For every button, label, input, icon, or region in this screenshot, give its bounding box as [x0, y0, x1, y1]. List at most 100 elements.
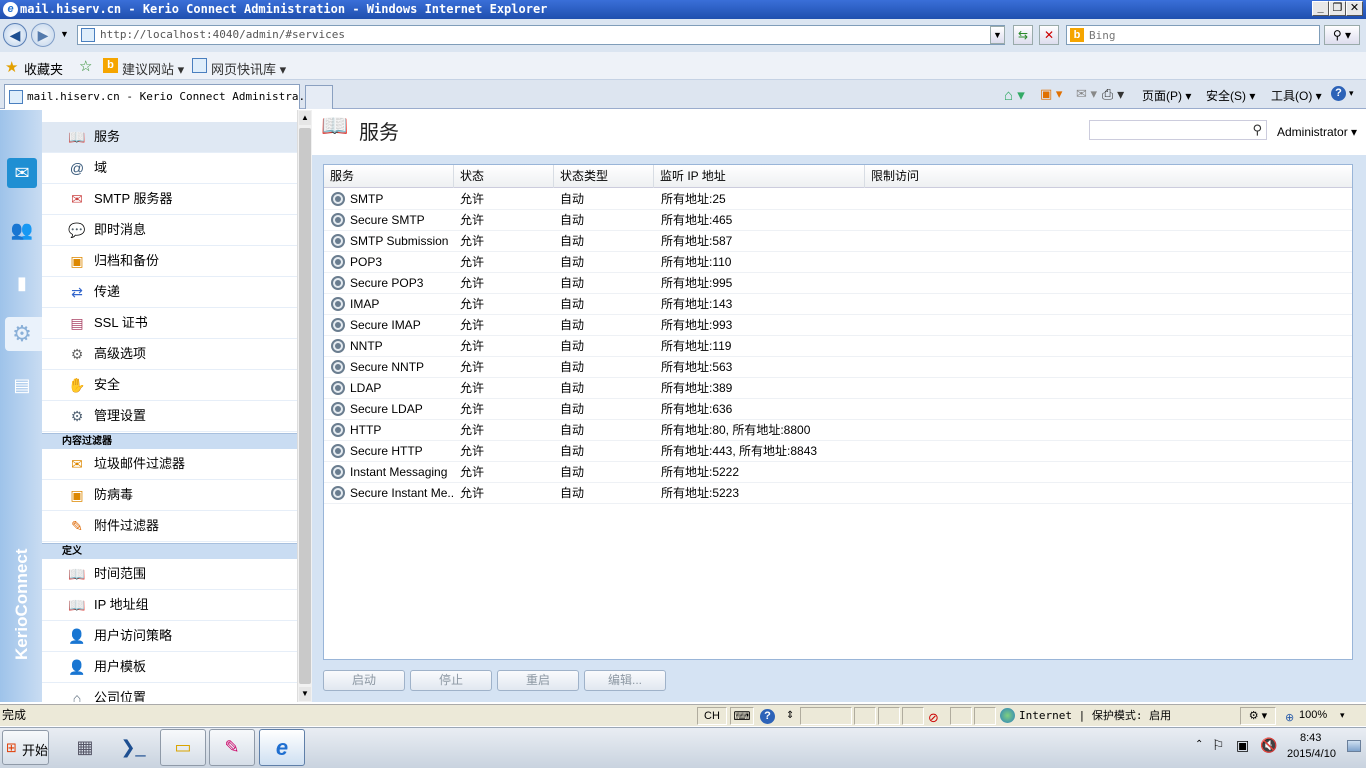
print-icon[interactable]: ⎙ ▾	[1102, 86, 1124, 103]
sidebar-item-instant-messaging[interactable]: 💬 即时消息	[42, 215, 297, 246]
col-header-status[interactable]: 状态	[454, 165, 554, 188]
admin-user-menu[interactable]: Administrator ▾	[1277, 125, 1357, 139]
ime-options-icon[interactable]: ⇕	[786, 705, 794, 726]
sidebar-item-user-templates[interactable]: 👤 用户模板	[42, 652, 297, 683]
sidebar-item-company-locations[interactable]: ⌂ 公司位置	[42, 683, 297, 702]
protected-settings-icon[interactable]: ⚙ ▾	[1240, 707, 1276, 725]
mail-icon[interactable]: ✉ ▾	[1076, 86, 1097, 102]
start-button[interactable]: 启动	[323, 670, 405, 691]
refresh-button[interactable]: ⇆	[1013, 25, 1033, 45]
add-favorite-icon[interactable]: ☆	[79, 57, 92, 75]
address-url[interactable]: http://localhost:4040/admin/#services	[100, 28, 345, 41]
feeds-icon[interactable]: ▣ ▾	[1040, 86, 1062, 102]
ime-indicator[interactable]: CH	[697, 707, 727, 725]
scroll-thumb[interactable]	[299, 128, 311, 684]
col-header-restrict-access[interactable]: 限制访问	[865, 165, 1352, 188]
table-row[interactable]: POP3 允许 自动 所有地址:110	[324, 252, 1352, 273]
sidebar-scrollbar[interactable]: ▲ ▼	[297, 110, 312, 702]
sidebar-item-admin-settings[interactable]: ⚙ 管理设置	[42, 401, 297, 432]
favorites-button[interactable]: 收藏夹	[24, 59, 63, 78]
minimize-button[interactable]: _	[1312, 1, 1329, 16]
sidebar-item-attachment-filter[interactable]: ✎ 附件过滤器	[42, 511, 297, 542]
new-tab-button[interactable]	[305, 85, 333, 109]
table-row[interactable]: Instant Messaging 允许 自动 所有地址:5222	[324, 462, 1352, 483]
table-row[interactable]: Secure POP3 允许 自动 所有地址:995	[324, 273, 1352, 294]
table-row[interactable]: Secure SMTP 允许 自动 所有地址:465	[324, 210, 1352, 231]
sidebar-item-antivirus[interactable]: ▣ 防病毒	[42, 480, 297, 511]
server-manager-taskbar-button[interactable]: ▦	[62, 729, 108, 766]
action-center-flag-icon[interactable]: ⚐	[1212, 737, 1225, 754]
security-zone[interactable]: Internet | 保护模式: 启用	[1019, 705, 1171, 726]
zoom-level[interactable]: 100%	[1299, 705, 1327, 726]
sidebar-item-domains[interactable]: @ 域	[42, 153, 297, 184]
page-menu[interactable]: 页面(P) ▾	[1142, 87, 1191, 104]
volume-muted-icon[interactable]: 🔇	[1260, 737, 1277, 754]
sidebar-item-advanced-options[interactable]: ⚙ 高级选项	[42, 339, 297, 370]
clock-time[interactable]: 8:43	[1300, 732, 1321, 744]
logs-icon[interactable]: ▤	[7, 370, 37, 400]
table-row[interactable]: SMTP 允许 自动 所有地址:25	[324, 189, 1352, 210]
restart-button[interactable]: 重启	[497, 670, 579, 691]
search-button[interactable]: ⚲ ▾	[1324, 25, 1360, 45]
help-icon[interactable]: ?	[1331, 86, 1346, 101]
col-header-status-type[interactable]: 状态类型	[554, 165, 654, 188]
table-row[interactable]: IMAP 允许 自动 所有地址:143	[324, 294, 1352, 315]
stop-service-button[interactable]: 停止	[410, 670, 492, 691]
statistics-icon[interactable]: ▮	[7, 268, 37, 298]
search-box[interactable]: b Bing	[1066, 25, 1320, 45]
scroll-down-arrow-icon[interactable]: ▼	[299, 687, 311, 701]
maximize-button[interactable]: ❐	[1329, 1, 1346, 16]
table-row[interactable]: Secure IMAP 允许 自动 所有地址:993	[324, 315, 1352, 336]
close-window-button[interactable]: ✕	[1346, 1, 1363, 16]
tools-menu[interactable]: 工具(O) ▾	[1271, 87, 1322, 104]
sidebar-item-ip-groups[interactable]: 📖 IP 地址组	[42, 590, 297, 621]
sidebar-item-ssl-certificates[interactable]: ▤ SSL 证书	[42, 308, 297, 339]
ie-taskbar-button[interactable]: e	[259, 729, 305, 766]
table-row[interactable]: LDAP 允许 自动 所有地址:389	[324, 378, 1352, 399]
help-dropdown-icon[interactable]: ▾	[1349, 88, 1354, 99]
mail-config-icon[interactable]: ✉	[7, 158, 37, 188]
gear-icon[interactable]: ⚙	[7, 319, 37, 349]
scroll-up-arrow-icon[interactable]: ▲	[299, 111, 311, 125]
web-slice-gallery-link[interactable]: 网页快讯库 ▾	[211, 59, 286, 78]
sidebar-item-access-policies[interactable]: 👤 用户访问策略	[42, 621, 297, 652]
home-icon[interactable]: ⌂ ▾	[1004, 86, 1025, 104]
sidebar-item-archive-backup[interactable]: ▣ 归档和备份	[42, 246, 297, 277]
safety-menu[interactable]: 安全(S) ▾	[1206, 87, 1255, 104]
table-row[interactable]: NNTP 允许 自动 所有地址:119	[324, 336, 1352, 357]
keyboard-icon[interactable]: ⌨	[730, 707, 754, 725]
paint-taskbar-button[interactable]: ✎	[209, 729, 255, 766]
history-dropdown-icon[interactable]: ▼	[60, 29, 69, 39]
col-header-listen-ip[interactable]: 监听 IP 地址	[654, 165, 865, 188]
show-desktop-button[interactable]	[1347, 740, 1361, 752]
zoom-dropdown-icon[interactable]: ▾	[1340, 705, 1345, 726]
table-row[interactable]: Secure NNTP 允许 自动 所有地址:563	[324, 357, 1352, 378]
table-row[interactable]: HTTP 允许 自动 所有地址:80, 所有地址:8800	[324, 420, 1352, 441]
table-row[interactable]: SMTP Submission 允许 自动 所有地址:587	[324, 231, 1352, 252]
table-row[interactable]: Secure LDAP 允许 自动 所有地址:636	[324, 399, 1352, 420]
ime-help-icon[interactable]: ?	[760, 709, 775, 724]
sidebar-item-time-ranges[interactable]: 📖 时间范围	[42, 559, 297, 590]
sidebar-item-spam-filter[interactable]: ✉ 垃圾邮件过滤器	[42, 449, 297, 480]
clock-date[interactable]: 2015/4/10	[1287, 748, 1336, 760]
tab-kerio-admin[interactable]: mail.hiserv.cn - Kerio Connect Administr…	[4, 84, 318, 109]
sidebar-item-security[interactable]: ✋ 安全	[42, 370, 297, 401]
explorer-taskbar-button[interactable]: ▭	[160, 729, 206, 766]
stop-button[interactable]: ✕	[1039, 25, 1059, 45]
sidebar-item-smtp-server[interactable]: ✉ SMTP 服务器	[42, 184, 297, 215]
network-icon[interactable]: ▣	[1236, 737, 1249, 754]
popup-blocked-icon[interactable]: ⊘	[928, 707, 939, 728]
address-dropdown-button[interactable]: ▼	[990, 26, 1005, 44]
zoom-icon[interactable]: ⊕	[1285, 708, 1294, 729]
search-placeholder[interactable]: Bing	[1089, 29, 1116, 42]
col-header-service[interactable]: 服务	[324, 165, 454, 188]
sidebar-item-delivery[interactable]: ⇄ 传递	[42, 277, 297, 308]
accounts-icon[interactable]: 👥	[7, 215, 37, 245]
table-row[interactable]: Secure Instant Me... 允许 自动 所有地址:5223	[324, 483, 1352, 504]
show-hidden-icons-icon[interactable]: ⌃	[1195, 739, 1203, 750]
suggested-sites-link[interactable]: 建议网站 ▾	[122, 59, 184, 78]
address-bar[interactable]: http://localhost:4040/admin/#services	[77, 25, 1005, 45]
table-row[interactable]: Secure HTTP 允许 自动 所有地址:443, 所有地址:8843	[324, 441, 1352, 462]
start-menu-button[interactable]: ⊞ 开始	[2, 730, 49, 765]
powershell-taskbar-button[interactable]: ❯_	[110, 729, 156, 766]
